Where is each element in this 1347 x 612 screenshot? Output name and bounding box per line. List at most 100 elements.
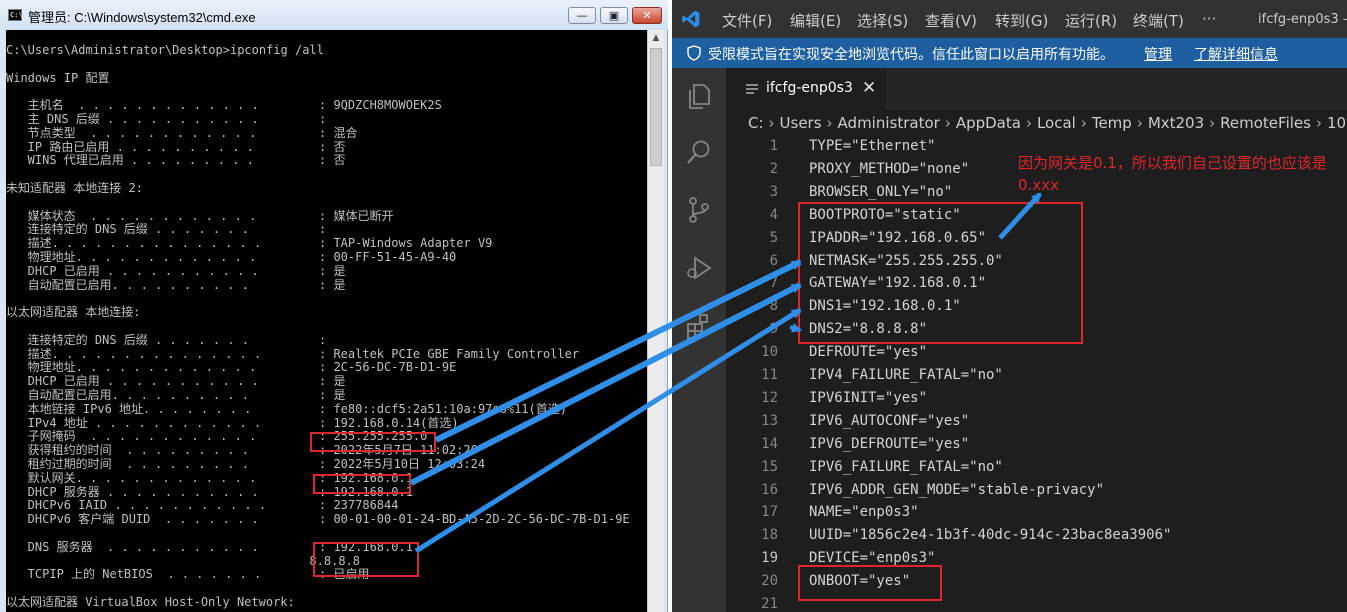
code-line[interactable]: DEFROUTE="yes": [809, 344, 927, 360]
code-line[interactable]: UUID="1856c2e4-1b3f-40dc-914c-23bac8ea39…: [809, 527, 1171, 543]
code-line[interactable]: IPV6_ADDR_GEN_MODE="stable-privacy": [809, 482, 1104, 498]
breadcrumb-item[interactable]: Temp: [1092, 114, 1132, 132]
code-line[interactable]: IPV6_FAILURE_FATAL="no": [809, 459, 1003, 475]
console-line: 未知适配器 本地连接 2:: [6, 181, 143, 195]
console-line-label: 主 DNS 后缀 . . . . . . . . . . .: [6, 112, 259, 126]
code-line[interactable]: NETMASK="255.255.255.0": [809, 253, 1003, 269]
console-line-value: : 255.255.255.0: [319, 429, 428, 444]
menu-item[interactable]: 终端(T): [1133, 10, 1184, 31]
console-line-label: 描述. . . . . . . . . . . . . . .: [6, 346, 262, 361]
console-line-label: WINS 代理已启用 . . . . . . . . .: [6, 153, 254, 168]
code-line[interactable]: TYPE="Ethernet": [809, 138, 935, 154]
shield-icon: [687, 45, 701, 61]
close-button[interactable]: ✕: [632, 7, 662, 24]
cmd-title-bar[interactable]: C:\ 管理员: C:\Windows\system32\cmd.exe — ▣…: [0, 0, 668, 30]
menu-item[interactable]: 文件(F): [722, 10, 772, 31]
console-line-label: 连接特定的 DNS 后缀 . . . . . . .: [6, 222, 249, 237]
breadcrumb-item[interactable]: 1087: [1327, 114, 1347, 132]
tab-ifcfg-enp0s3[interactable]: ifcfg-enp0s3 ✕: [726, 68, 886, 110]
code-line[interactable]: ONBOOT="yes": [809, 573, 910, 589]
code-line[interactable]: BROWSER_ONLY="no": [809, 184, 952, 200]
line-number: 17: [761, 504, 778, 521]
tab-label: ifcfg-enp0s3: [766, 80, 853, 96]
console-line-label: 子网掩码 . . . . . . . . . . . .: [6, 429, 257, 444]
line-number: 2: [769, 160, 778, 177]
console-line-value: :: [319, 112, 327, 126]
line-number: 8: [769, 298, 778, 315]
manage-link[interactable]: 管理: [1144, 44, 1172, 64]
scrollbar-thumb[interactable]: [650, 48, 662, 166]
code-line[interactable]: IPV6INIT="yes": [809, 390, 927, 406]
console-line-label: 物理地址. . . . . . . . . . . . .: [6, 360, 257, 375]
console-line-value: : 已启用: [319, 567, 370, 582]
console-line-label: 自动配置已启用. . . . . . . . . .: [6, 388, 249, 402]
console-output[interactable]: C:\Users\Administrator\Desktop>ipconfig …: [6, 30, 647, 612]
console-line-value: :: [319, 222, 327, 237]
console-line-value: : 是: [319, 263, 346, 278]
breadcrumb-item[interactable]: Administrator: [838, 114, 940, 132]
breadcrumb-item[interactable]: C:: [748, 114, 764, 132]
search-icon[interactable]: [685, 138, 713, 166]
chevron-right-icon: ›: [826, 114, 833, 132]
scroll-up-arrow-icon[interactable]: ▲: [648, 30, 664, 47]
extensions-icon[interactable]: [685, 312, 713, 340]
console-line-label: 本地链接 IPv6 地址. . . . . . . .: [6, 401, 252, 416]
minimize-button[interactable]: —: [568, 7, 596, 24]
code-line[interactable]: IPV6_DEFROUTE="yes": [809, 436, 969, 452]
menu-item[interactable]: 查看(V): [925, 10, 977, 31]
code-line[interactable]: GATEWAY="192.168.0.1": [809, 275, 986, 291]
console-line-label: DNS 服务器 . . . . . . . . . . .: [6, 539, 259, 554]
breadcrumb-item[interactable]: RemoteFiles: [1220, 114, 1311, 132]
code-line[interactable]: BOOTPROTO="static": [809, 207, 961, 223]
breadcrumb-item[interactable]: Local: [1037, 114, 1076, 132]
explorer-files-icon[interactable]: [685, 82, 713, 110]
cmd-window: C:\ 管理员: C:\Windows\system32\cmd.exe — ▣…: [0, 0, 668, 612]
chevron-right-icon: ›: [944, 114, 951, 132]
line-number: 20: [761, 573, 778, 590]
menu-item[interactable]: 编辑(E): [790, 10, 841, 31]
learn-more-link[interactable]: 了解详细信息: [1194, 44, 1278, 64]
code-line[interactable]: DEVICE="enp0s3": [809, 550, 935, 566]
console-line-value: : 是: [319, 277, 346, 292]
console-line-label: 主机名 . . . . . . . . . . . . .: [6, 98, 259, 113]
vscode-window: 文件(F) 编辑(E) 选择(S) 查看(V) 转到(G) 运行(R) 终端(T) ··· i…: [672, 0, 1347, 612]
menu-item[interactable]: 转到(G): [995, 10, 1048, 31]
activity-bar: [672, 68, 726, 612]
breadcrumb: C: › Users › Administrator › AppData › Local › Tem…: [748, 114, 1347, 132]
run-and-debug-icon[interactable]: [685, 254, 713, 282]
line-number: 19: [761, 550, 778, 567]
menu-item[interactable]: ···: [1202, 10, 1216, 28]
code-line[interactable]: IPV4_FAILURE_FATAL="no": [809, 367, 1003, 383]
console-line-label: 节点类型 . . . . . . . . . . . .: [6, 125, 257, 140]
close-tab-icon[interactable]: ✕: [862, 78, 876, 98]
cmd-scrollbar[interactable]: ▲: [647, 30, 664, 612]
console-line-value: : 2022年5月7日 11:02:20: [319, 443, 478, 458]
window-title: ifcfg-enp0s3 -: [1258, 12, 1347, 27]
line-number: 6: [769, 252, 778, 269]
breadcrumb-item[interactable]: Users: [780, 114, 822, 132]
restricted-mode-banner: 受限模式旨在实现安全地浏览代码。信任此窗口以启用所有功能。 管理 了解详细信息: [672, 38, 1347, 68]
maximize-button[interactable]: ▣: [600, 7, 628, 24]
console-line-label: 物理地址. . . . . . . . . . . . .: [6, 250, 257, 264]
console-line-value: : 192.168.0.14(首选): [319, 415, 459, 430]
line-number: 10: [761, 344, 778, 361]
code-line[interactable]: NAME="enp0s3": [809, 504, 919, 520]
console-line-value: : 237786844: [319, 498, 399, 513]
console-line: 以太网适配器 本地连接:: [6, 305, 141, 320]
console-line-value: : Realtek PCIe GBE Family Controller: [319, 346, 580, 361]
console-line-label: 连接特定的 DNS 后缀 . . . . . . .: [6, 332, 249, 347]
line-number: 1: [769, 138, 778, 154]
code-line[interactable]: DNS2="8.8.8.8": [809, 321, 927, 337]
menu-item[interactable]: 选择(S): [857, 10, 908, 31]
cmd-window-title: 管理员: C:\Windows\system32\cmd.exe: [28, 10, 256, 25]
code-line[interactable]: PROXY_METHOD="none": [809, 161, 969, 177]
chevron-right-icon: ›: [768, 114, 775, 132]
breadcrumb-item[interactable]: Mxt203: [1148, 114, 1204, 132]
source-control-icon[interactable]: [685, 196, 713, 224]
menu-item[interactable]: 运行(R): [1065, 10, 1117, 31]
code-line[interactable]: IPV6_AUTOCONF="yes": [809, 413, 969, 429]
breadcrumb-item[interactable]: AppData: [956, 114, 1021, 132]
code-line[interactable]: IPADDR="192.168.0.65": [809, 230, 986, 246]
code-editor[interactable]: 1 TYPE="Ethernet" 2 PROXY_METHOD="none" 3 BRO…: [726, 135, 1347, 612]
code-line[interactable]: DNS1="192.168.0.1": [809, 298, 961, 314]
